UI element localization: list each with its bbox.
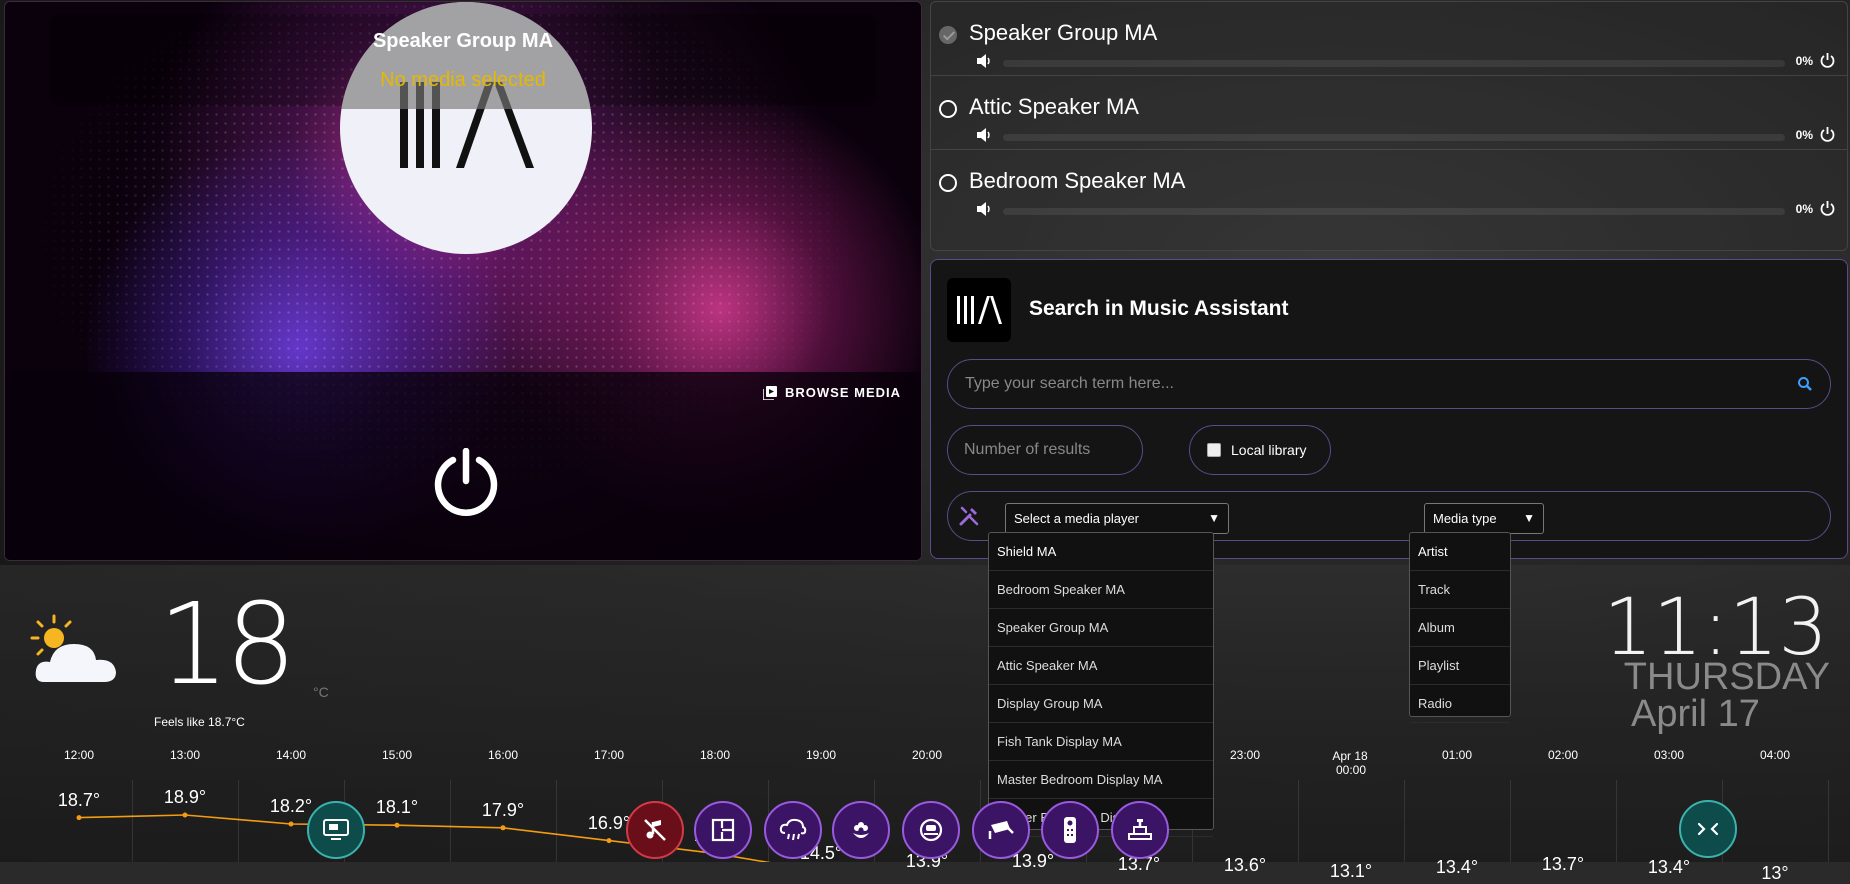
robot-vacuum-icon [919, 818, 943, 842]
next-day-label: Apr 18 [1332, 749, 1368, 763]
forecast-hour: 03:00 [1653, 748, 1685, 762]
forecast-temperature: 13.4° [1435, 857, 1479, 878]
forecast-hour: 13:00 [169, 748, 201, 762]
forecast-hour-column: 15:00 [344, 748, 450, 762]
forecast-hour: 01:00 [1441, 748, 1473, 762]
forecast-hour-column: 12:00 [26, 748, 132, 762]
remote-button[interactable] [1041, 801, 1099, 859]
tv-screen-button[interactable] [307, 801, 365, 859]
media-type-dropdown: Artist Track Album Playlist Radio [1409, 532, 1511, 723]
forecast-hour-column: 20:00 [874, 748, 980, 762]
forecast-separator [1298, 780, 1299, 862]
dropdown-option[interactable]: Bedroom Speaker MA [989, 571, 1213, 609]
floor-plan-button[interactable] [694, 801, 752, 859]
forecast-hour: 04:00 [1759, 748, 1791, 762]
vacuum-button[interactable] [902, 801, 960, 859]
forecast-hour: 18:00 [699, 748, 731, 762]
forecast-separator [1616, 780, 1617, 862]
dropdown-option[interactable]: Attic Speaker MA [989, 647, 1213, 685]
forecast-hour: 17:00 [593, 748, 625, 762]
temperature-point [500, 825, 506, 831]
forecast-temperature: 13.7° [1541, 853, 1585, 874]
floor-plan-icon [711, 818, 735, 842]
forecast-hour: 14:00 [275, 748, 307, 762]
forecast-hour-column: 02:00 [1510, 748, 1616, 762]
forecast-temperature: 13.6° [1223, 854, 1267, 875]
collapse-button[interactable] [1679, 800, 1737, 858]
music-off-icon [644, 819, 666, 841]
forecast-hour-column: 13:00 [132, 748, 238, 762]
dropdown-option[interactable]: Track [1410, 571, 1510, 609]
forecast-separator [1828, 780, 1829, 862]
forecast-separator [238, 780, 239, 862]
camera-button[interactable] [972, 801, 1030, 859]
forecast-hour-column: 04:00 [1722, 748, 1828, 762]
dropdown-option[interactable]: Radio [1410, 685, 1510, 723]
dropdown-option[interactable]: Playlist [1410, 647, 1510, 685]
weather-button[interactable] [764, 801, 822, 859]
dropdown-option[interactable]: Artist [1410, 533, 1510, 571]
temperature-point [606, 838, 612, 844]
music-off-button[interactable] [626, 801, 684, 859]
forecast-hour-column: 16:00 [450, 748, 556, 762]
forecast-hour-column: 03:00 [1616, 748, 1722, 762]
dropdown-option[interactable]: Shield MA [989, 533, 1213, 571]
forecast-hour-column: 19:00 [768, 748, 874, 762]
temperature-point [182, 812, 188, 818]
printer-3d-button[interactable] [1111, 801, 1169, 859]
remote-control-icon [1064, 817, 1076, 843]
forecast-separator [1510, 780, 1511, 862]
forecast-separator [1404, 780, 1405, 862]
forecast-hour: 19:00 [805, 748, 837, 762]
forecast-hour-column: 17:00 [556, 748, 662, 762]
temperature-point [76, 815, 82, 821]
forecast-hour: 16:00 [487, 748, 519, 762]
forecast-hour: 12:00 [63, 748, 95, 762]
dropdown-option[interactable]: Display Group MA [989, 685, 1213, 723]
garden-button[interactable] [832, 801, 890, 859]
forecast-hour: 02:00 [1547, 748, 1579, 762]
forecast-temperature: 13.4° [1647, 857, 1691, 878]
forecast-temperature: 13.1° [1329, 861, 1373, 882]
dropdown-option[interactable]: Album [1410, 609, 1510, 647]
dropdown-option[interactable]: Speaker Group MA [989, 609, 1213, 647]
collapse-icon [1697, 822, 1719, 836]
dropdown-option[interactable]: Fish Tank Display MA [989, 723, 1213, 761]
forecast-hour: 15:00 [381, 748, 413, 762]
cloud-rain-icon [779, 818, 807, 841]
cctv-camera-icon [988, 821, 1014, 839]
forecast-separator [450, 780, 451, 862]
temperature-trend-line [76, 812, 771, 862]
forecast-temperature: 13° [1761, 862, 1789, 883]
forecast-temperature: 18.7° [57, 789, 101, 810]
flower-icon [853, 822, 869, 838]
forecast-temperature: 17.9° [481, 799, 525, 820]
forecast-hour-column: 01:00 [1404, 748, 1510, 762]
printer-3d-icon [1128, 819, 1152, 840]
tv-screen-icon [323, 819, 349, 840]
forecast-hour-column: 18:00 [662, 748, 768, 762]
temperature-point [288, 821, 294, 827]
forecast-hour-column: 14:00 [238, 748, 344, 762]
temperature-point [394, 822, 400, 828]
dropdown-option[interactable]: Master Bedroom Display MA [989, 761, 1213, 799]
forecast-hour: 20:00 [911, 748, 943, 762]
forecast-hour: 00:00 [1335, 763, 1367, 777]
forecast-temperature: 18.9° [163, 787, 207, 807]
media-player-dropdown: Shield MA Bedroom Speaker MA Speaker Gro… [988, 532, 1214, 837]
